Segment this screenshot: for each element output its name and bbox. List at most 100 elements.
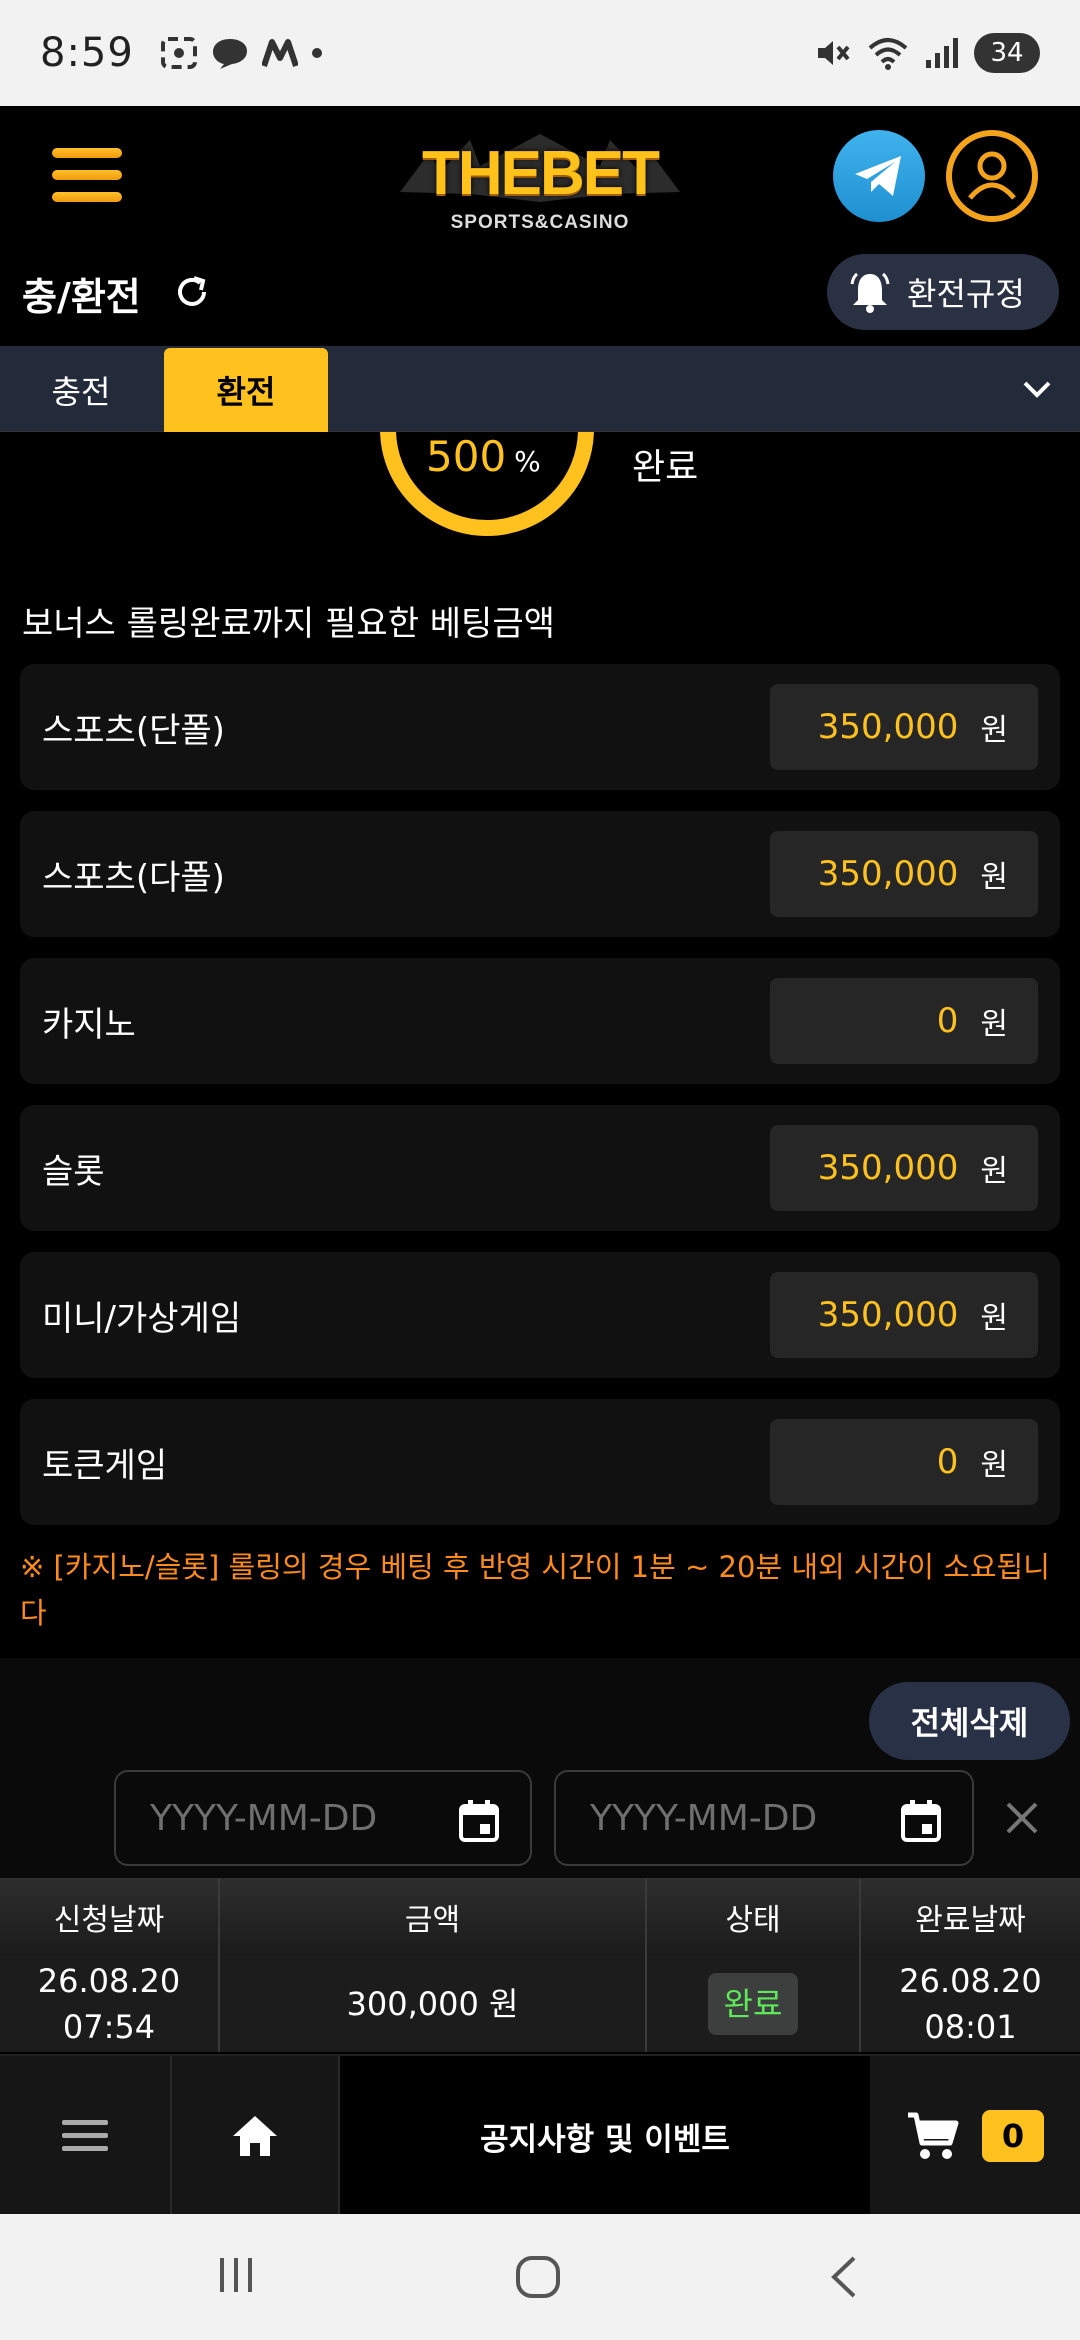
notice-event-button[interactable]: 공지사항 및 이벤트 bbox=[340, 2056, 870, 2216]
page-title-row: 충/환전 환전규정 bbox=[0, 246, 1080, 346]
status-time: 8:59 bbox=[40, 30, 134, 76]
bottom-home-button[interactable] bbox=[170, 2056, 340, 2216]
chevron-down-icon[interactable] bbox=[1020, 374, 1054, 404]
bet-row-label: 토큰게임 bbox=[42, 1445, 168, 1486]
bet-row-label: 카지노 bbox=[42, 1004, 136, 1045]
bet-row-unit: 원 bbox=[980, 1154, 1008, 1189]
wifi-icon bbox=[868, 38, 908, 70]
screenshot-icon bbox=[160, 37, 197, 69]
refresh-icon[interactable] bbox=[172, 272, 212, 312]
bet-row-amount-box: 0 원 bbox=[770, 1419, 1038, 1505]
hamburger-menu-button[interactable] bbox=[52, 148, 122, 202]
bet-row: 스포츠(단폴) 350,000 원 bbox=[20, 664, 1060, 790]
signal-icon bbox=[926, 38, 958, 68]
bet-row-amount: 0 bbox=[936, 1001, 959, 1041]
logo-text: THEBET bbox=[422, 139, 660, 208]
bet-row-amount-box: 350,000 원 bbox=[770, 1272, 1038, 1358]
tab-deposit[interactable]: 충전 bbox=[20, 348, 142, 432]
user-account-button[interactable] bbox=[946, 130, 1038, 222]
status-bar: 8:59 34 bbox=[0, 0, 1080, 106]
deposit-withdraw-tabs: 충전 환전 bbox=[0, 346, 1080, 432]
amount-cell: 300,000 원 bbox=[220, 1956, 647, 2052]
bet-row-amount: 350,000 bbox=[817, 854, 959, 894]
bet-row-amount-box: 350,000 원 bbox=[770, 684, 1038, 770]
bet-row-unit: 원 bbox=[980, 713, 1008, 748]
calendar-icon[interactable] bbox=[900, 1798, 942, 1844]
rolling-percent: 500% bbox=[426, 432, 541, 481]
column-header-amount: 금액 bbox=[220, 1878, 647, 1956]
complete-time: 08:01 bbox=[924, 2008, 1017, 2046]
bet-row-amount: 350,000 bbox=[817, 1295, 959, 1335]
required-bet-list: 스포츠(단폴) 350,000 원 스포츠(다폴) 350,000 원 카지노 … bbox=[20, 664, 1060, 1546]
bet-row-amount-box: 0 원 bbox=[770, 978, 1038, 1064]
chat-bubble-icon bbox=[212, 39, 247, 69]
dot-icon bbox=[311, 48, 322, 58]
home-icon bbox=[233, 2116, 277, 2156]
bet-row-unit: 원 bbox=[980, 1301, 1008, 1336]
bet-row: 스포츠(다폴) 350,000 원 bbox=[20, 811, 1060, 937]
status-left-icons bbox=[160, 36, 324, 70]
request-time: 07:54 bbox=[62, 2008, 156, 2046]
withdraw-rules-button[interactable]: 환전규정 bbox=[827, 254, 1059, 330]
date-from-input[interactable] bbox=[150, 1797, 450, 1839]
clear-date-icon[interactable] bbox=[1002, 1798, 1042, 1838]
bet-row-label: 슬롯 bbox=[42, 1151, 105, 1192]
complete-date: 26.08.20 bbox=[899, 1962, 1042, 2000]
user-icon bbox=[968, 151, 1016, 200]
bet-row-amount: 0 bbox=[936, 1442, 959, 1482]
calendar-icon[interactable] bbox=[458, 1798, 500, 1844]
rolling-percent-value: 500 bbox=[426, 432, 507, 481]
section-title: 보너스 롤링완료까지 필요한 베팅금액 bbox=[22, 604, 555, 644]
rolling-percent-sign: % bbox=[514, 445, 541, 478]
rolling-notice: ※ [카지노/슬롯] 롤링의 경우 베팅 후 반영 시간이 1분 ~ 20분 내… bbox=[20, 1550, 1050, 1630]
date-to-input[interactable] bbox=[590, 1797, 890, 1839]
status-right-icons: 34 bbox=[814, 33, 1040, 73]
table-row[interactable]: 26.08.20 07:54 300,000 원 완료 26.08.20 08:… bbox=[0, 1956, 1080, 2052]
rolling-status: 500% 완료 bbox=[0, 432, 1080, 562]
hamburger-line bbox=[52, 170, 122, 180]
recent-apps-icon[interactable] bbox=[214, 2254, 258, 2296]
bet-row: 슬롯 350,000 원 bbox=[20, 1105, 1060, 1231]
bet-row: 토큰게임 0 원 bbox=[20, 1399, 1060, 1525]
bet-row-unit: 원 bbox=[980, 1007, 1008, 1042]
date-from-field[interactable] bbox=[114, 1770, 532, 1866]
column-header-status: 상태 bbox=[647, 1878, 861, 1956]
hamburger-line bbox=[52, 148, 122, 158]
bet-row-label: 스포츠(다폴) bbox=[42, 857, 225, 898]
column-header-request-date: 신청날짜 bbox=[0, 1878, 220, 1956]
request-datetime-cell: 26.08.20 07:54 bbox=[0, 1956, 220, 2052]
bottom-nav: 공지사항 및 이벤트 0 bbox=[0, 2054, 1080, 2216]
bet-row: 카지노 0 원 bbox=[20, 958, 1060, 1084]
withdraw-history-table: 신청날짜 금액 상태 완료날짜 26.08.20 07:54 300,000 원… bbox=[0, 1878, 1080, 2052]
app-m-icon bbox=[261, 39, 298, 67]
rolling-status-text: 완료 bbox=[632, 447, 699, 488]
bet-row: 미니/가상게임 350,000 원 bbox=[20, 1252, 1060, 1378]
bet-row-amount: 350,000 bbox=[817, 1148, 959, 1188]
menu-icon bbox=[62, 2120, 108, 2151]
status-cell: 완료 bbox=[647, 1956, 861, 2052]
cart-icon bbox=[908, 2112, 959, 2159]
bell-icon bbox=[850, 272, 890, 313]
bottom-menu-button[interactable] bbox=[0, 2056, 170, 2216]
status-badge: 완료 bbox=[707, 1973, 799, 2035]
telegram-icon bbox=[855, 156, 901, 196]
bet-row-label: 미니/가상게임 bbox=[42, 1298, 242, 1339]
bet-cart-button[interactable]: 0 bbox=[870, 2056, 1080, 2216]
bet-row-amount-box: 350,000 원 bbox=[770, 1125, 1038, 1211]
android-nav-bar bbox=[0, 2214, 1080, 2340]
logo-subtext: SPORTS&CASINO bbox=[450, 212, 630, 233]
request-date: 26.08.20 bbox=[37, 1962, 181, 2000]
tab-withdraw[interactable]: 환전 bbox=[164, 348, 328, 432]
hamburger-line bbox=[52, 192, 122, 202]
bet-row-unit: 원 bbox=[980, 860, 1008, 895]
withdraw-rules-label: 환전규정 bbox=[907, 275, 1025, 313]
telegram-button[interactable] bbox=[833, 130, 925, 222]
site-logo[interactable]: THEBET SPORTS&CASINO bbox=[400, 124, 680, 234]
date-to-field[interactable] bbox=[554, 1770, 974, 1866]
page-title: 충/환전 bbox=[22, 275, 141, 319]
home-nav-icon[interactable] bbox=[514, 2254, 562, 2300]
column-header-complete-date: 완료날짜 bbox=[915, 1903, 1026, 1938]
back-icon[interactable] bbox=[826, 2254, 862, 2300]
delete-all-button[interactable]: 전체삭제 bbox=[869, 1682, 1070, 1760]
bet-row-amount-box: 350,000 원 bbox=[770, 831, 1038, 917]
